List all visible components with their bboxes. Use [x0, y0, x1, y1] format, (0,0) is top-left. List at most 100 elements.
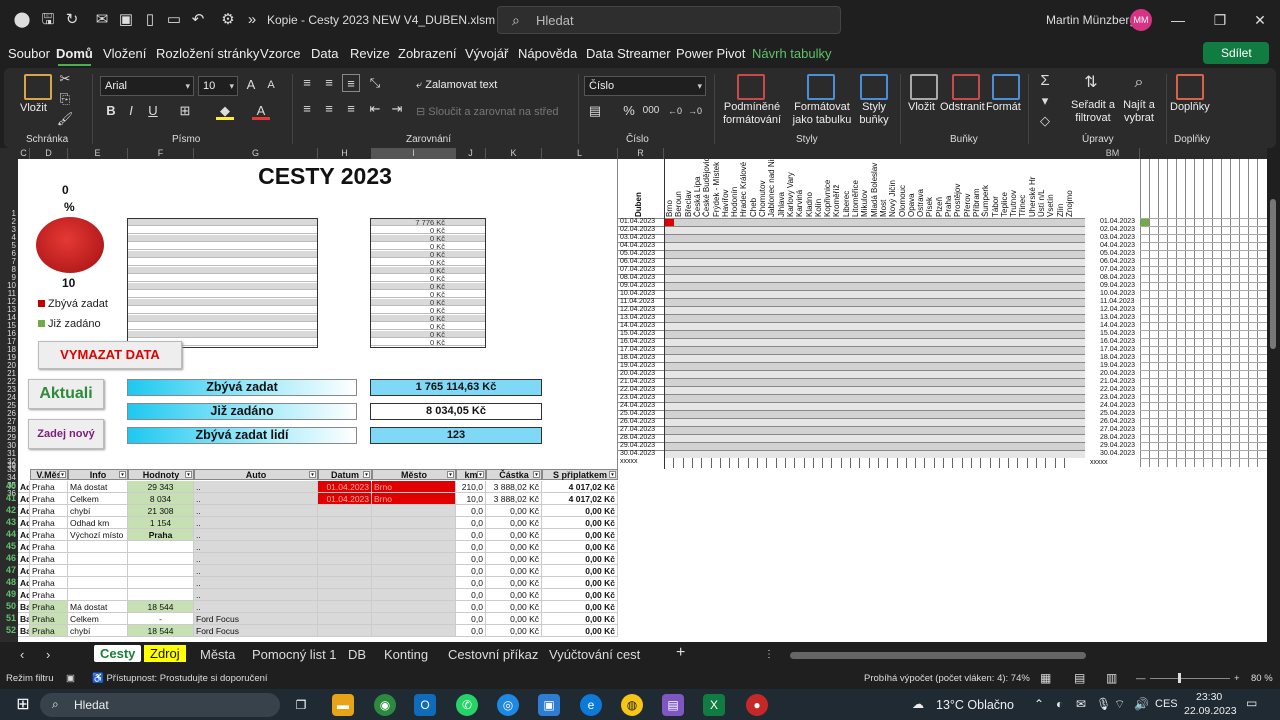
table-cell[interactable]: .. — [194, 517, 318, 529]
table-cell[interactable]: Praha — [30, 529, 68, 541]
autosave-icon[interactable]: ⬤ — [12, 10, 32, 30]
table-cell[interactable]: 0,00 Kč — [542, 613, 618, 625]
table-cell[interactable]: Praha — [30, 493, 68, 505]
col-header-k[interactable]: K — [486, 148, 542, 159]
table-cell[interactable]: .. — [194, 589, 318, 601]
search-box[interactable]: ⌕ Hledat — [497, 6, 841, 34]
addins-button[interactable]: Doplňky — [1170, 101, 1210, 114]
print-preview-icon[interactable]: ▣ — [116, 10, 136, 30]
autosum-icon[interactable]: Σ — [1036, 72, 1054, 90]
tab-page-layout[interactable]: Rozložení stránky — [156, 46, 259, 61]
filter-dropdown-icon[interactable]: ▾ — [609, 471, 616, 478]
table-cell[interactable]: 8 034 — [128, 493, 194, 505]
table-cell[interactable]: 0,00 Kč — [486, 553, 542, 565]
table-cell[interactable]: Ad — [18, 541, 30, 553]
city-date-grid[interactable]: Duben Brno Beroun Břeclav Česká Lípa České Bu… — [617, 159, 1087, 469]
filter-dropdown-icon[interactable]: ▾ — [363, 471, 370, 478]
wrap-text-button[interactable]: ⤶ Zalamovat text — [416, 79, 497, 92]
tab-file[interactable]: Soubor — [8, 46, 50, 61]
table-cell[interactable]: Odhad km — [68, 517, 128, 529]
comma-style-icon[interactable]: 000 — [642, 102, 660, 120]
decrease-indent-icon[interactable]: ⇤ — [366, 100, 384, 118]
font-name-combo[interactable]: Arial ▾ — [100, 76, 194, 96]
table-cell[interactable] — [318, 565, 372, 577]
table-cell[interactable]: 29 343 — [128, 481, 194, 493]
col-header-f[interactable]: F — [128, 148, 194, 159]
sheet-tab-mesta[interactable]: Města — [200, 647, 235, 662]
table-cell[interactable] — [318, 541, 372, 553]
borders-icon[interactable]: ⊞ — [176, 102, 194, 120]
table-cell[interactable]: Ad — [18, 565, 30, 577]
font-color-icon[interactable]: A — [252, 102, 270, 120]
table-cell[interactable]: 0,00 Kč — [542, 553, 618, 565]
merge-center-button[interactable]: ⊟ Sloučit a zarovnat na střed — [416, 106, 559, 119]
percent-icon[interactable]: % — [620, 102, 638, 120]
table-cell[interactable]: 0,0 — [456, 601, 486, 613]
table-cell[interactable]: Ad — [18, 517, 30, 529]
table-cell[interactable] — [128, 553, 194, 565]
clock-date[interactable]: 22.09.2023 — [1184, 705, 1237, 717]
table-cell[interactable]: 0,0 — [456, 613, 486, 625]
table-cell[interactable]: .. — [194, 493, 318, 505]
row-header[interactable]: 48 — [0, 577, 18, 587]
table-cell[interactable]: 0,00 Kč — [542, 625, 618, 637]
clear-icon[interactable]: ◇ — [1036, 112, 1054, 130]
sheet-tab-cestovni[interactable]: Cestovní příkaz — [448, 647, 538, 662]
task-view-icon[interactable]: ❐ — [290, 694, 312, 716]
format-as-table-button[interactable]: Formátovat jako tabulku — [786, 101, 858, 127]
tab-developer[interactable]: Vývojář — [465, 46, 508, 61]
refresh-button[interactable]: Aktuali — [28, 379, 104, 409]
table-cell[interactable]: Ad — [18, 493, 30, 505]
row-header[interactable]: 52 — [0, 625, 18, 635]
tab-data-streamer[interactable]: Data Streamer — [586, 46, 671, 61]
avatar[interactable]: MM — [1130, 9, 1152, 31]
secondary-grid[interactable] — [1140, 159, 1267, 469]
table-cell[interactable]: Ba — [18, 601, 30, 613]
tab-power-pivot[interactable]: Power Pivot — [676, 46, 745, 61]
table-cell[interactable] — [68, 553, 128, 565]
email-icon[interactable]: ✉ — [92, 10, 112, 30]
table-cell[interactable]: Má dostat — [68, 601, 128, 613]
table-cell[interactable]: 0,00 Kč — [486, 589, 542, 601]
table-cell[interactable]: Praha — [30, 553, 68, 565]
table-cell[interactable]: Ad — [18, 553, 30, 565]
table-header[interactable]: Město ▾ — [372, 469, 456, 480]
notifications-icon[interactable]: ▭ — [1246, 696, 1257, 710]
align-middle-icon[interactable]: ≡ — [320, 74, 338, 92]
sheet-tab-konting[interactable]: Konting — [384, 647, 428, 662]
table-cell[interactable]: .. — [194, 565, 318, 577]
taskbar-search[interactable]: ⌕ Hledat — [40, 693, 280, 717]
tray-overflow-icon[interactable]: ⌃ — [1034, 697, 1044, 711]
table-header[interactable]: Auto ▾ — [194, 469, 318, 480]
new-entry-button[interactable]: Zadej nový — [28, 419, 104, 449]
normal-view-icon[interactable]: ▦ — [1040, 671, 1051, 685]
table-cell[interactable]: 0,0 — [456, 529, 486, 541]
table-cell[interactable]: Praha — [30, 541, 68, 553]
table-header[interactable]: Datum ▾ — [318, 469, 372, 480]
network-icon[interactable]: ⌔ — [1114, 697, 1125, 712]
sheet-tab-pomocny[interactable]: Pomocný list 1 — [252, 647, 337, 662]
table-cell[interactable]: Ba — [18, 613, 30, 625]
tab-help[interactable]: Nápověda — [518, 46, 577, 61]
cell-styles-button[interactable]: Styly buňky — [854, 101, 894, 127]
paste-icon[interactable] — [24, 74, 52, 100]
close-icon[interactable]: ✕ — [1248, 8, 1272, 32]
tray-mic-icon[interactable]: 🎙 — [1096, 697, 1111, 711]
table-cell[interactable]: Brno — [372, 481, 456, 493]
table-cell[interactable]: .. — [194, 577, 318, 589]
table-cell[interactable]: Ad — [18, 589, 30, 601]
table-cell[interactable]: 0,0 — [456, 589, 486, 601]
table-cell[interactable]: Má dostat — [68, 481, 128, 493]
table-cell[interactable]: 10,0 — [456, 493, 486, 505]
format-painter-icon[interactable]: 🖌 — [56, 110, 74, 128]
table-cell[interactable]: 0,0 — [456, 541, 486, 553]
table-cell[interactable]: 0,00 Kč — [542, 601, 618, 613]
vertical-scroll-thumb[interactable] — [1270, 199, 1276, 349]
align-bottom-icon[interactable]: ≡ — [342, 74, 360, 92]
tab-review[interactable]: Revize — [350, 46, 390, 61]
table-cell[interactable] — [318, 625, 372, 637]
share-button[interactable]: Sdílet — [1203, 42, 1269, 64]
minimize-icon[interactable]: — — [1166, 8, 1190, 32]
table-cell[interactable]: Praha — [30, 505, 68, 517]
table-cell[interactable]: 0,0 — [456, 517, 486, 529]
